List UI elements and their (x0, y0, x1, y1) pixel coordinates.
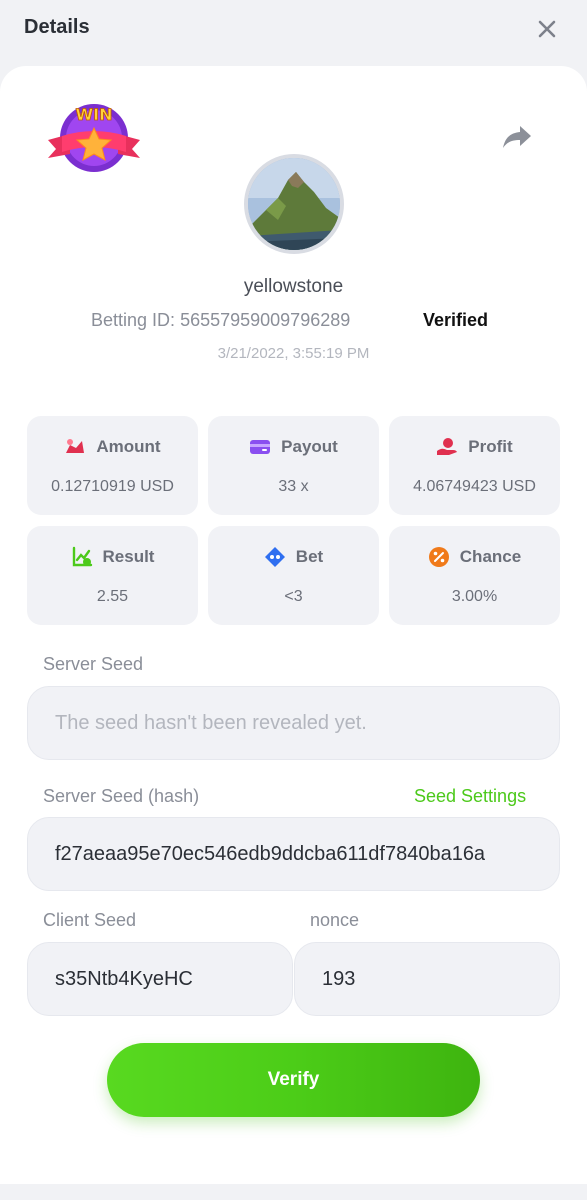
server-seed-hash-label: Server Seed (hash) (43, 786, 200, 806)
stat-amount-label: Amount (96, 437, 161, 456)
win-badge-icon: WIN (48, 104, 140, 172)
result-icon (71, 546, 93, 568)
bet-icon (264, 546, 286, 568)
stat-chance: Chance 3.00% (389, 526, 560, 625)
stat-payout-value: 33 x (278, 478, 309, 495)
bet-timestamp: 3/21/2022, 3:55:19 PM (217, 345, 370, 362)
betting-id-label: Betting ID: (91, 310, 176, 330)
avatar-image (248, 158, 340, 250)
stat-amount-value: 0.12710919 USD (51, 478, 174, 495)
avatar (244, 154, 344, 254)
stat-bet: Bet <3 (208, 526, 379, 625)
stat-bet-label: Bet (295, 547, 324, 566)
server-seed-hash-field[interactable]: f27aeaa95e70ec546edb9ddcba611df7840ba16a (27, 817, 560, 891)
stat-profit-label: Profit (468, 437, 513, 456)
nonce-label: nonce (310, 910, 360, 930)
details-card: WIN yellowstone Betting ID: 565579590097… (0, 66, 587, 1184)
stat-payout: Payout 33 x (208, 416, 379, 515)
amount-icon (64, 436, 86, 458)
payout-icon (249, 436, 271, 458)
stat-bet-value: <3 (284, 588, 303, 605)
stat-profit-value: 4.06749423 USD (413, 478, 536, 495)
stat-profit: Profit 4.06749423 USD (389, 416, 560, 515)
profit-icon (436, 436, 458, 458)
verify-button[interactable]: Verify (107, 1043, 480, 1117)
nonce-field[interactable]: 193 (294, 942, 560, 1016)
server-seed-label: Server Seed (43, 654, 144, 674)
close-icon (538, 20, 556, 38)
chance-icon (428, 546, 450, 568)
share-button[interactable] (500, 122, 534, 152)
page-title: Details (24, 16, 90, 38)
verified-badge: Verified (423, 310, 489, 330)
stat-result: Result 2.55 (27, 526, 198, 625)
close-button[interactable] (532, 14, 562, 44)
stat-payout-label: Payout (281, 437, 338, 456)
client-seed-field[interactable]: s35Ntb4KyeHC (27, 942, 293, 1016)
header: Details (0, 0, 587, 66)
win-badge-text: WIN (76, 105, 113, 124)
stat-amount: Amount 0.12710919 USD (27, 416, 198, 515)
share-icon (503, 126, 531, 148)
client-seed-label: Client Seed (43, 910, 137, 930)
stat-chance-label: Chance (459, 547, 522, 566)
stat-result-value: 2.55 (96, 588, 129, 605)
stat-chance-value: 3.00% (451, 588, 498, 605)
username: yellowstone (243, 276, 344, 297)
betting-id-value: 56557959009796289 (180, 310, 351, 330)
betting-id-row: Betting ID: 56557959009796289 (91, 310, 350, 331)
seed-settings-link[interactable]: Seed Settings (414, 786, 526, 807)
stat-result-label: Result (102, 547, 155, 566)
server-seed-field[interactable]: The seed hasn't been revealed yet. (27, 686, 560, 760)
details-page: Details WIN yellowstone Betting ID: 5655… (0, 0, 587, 1200)
